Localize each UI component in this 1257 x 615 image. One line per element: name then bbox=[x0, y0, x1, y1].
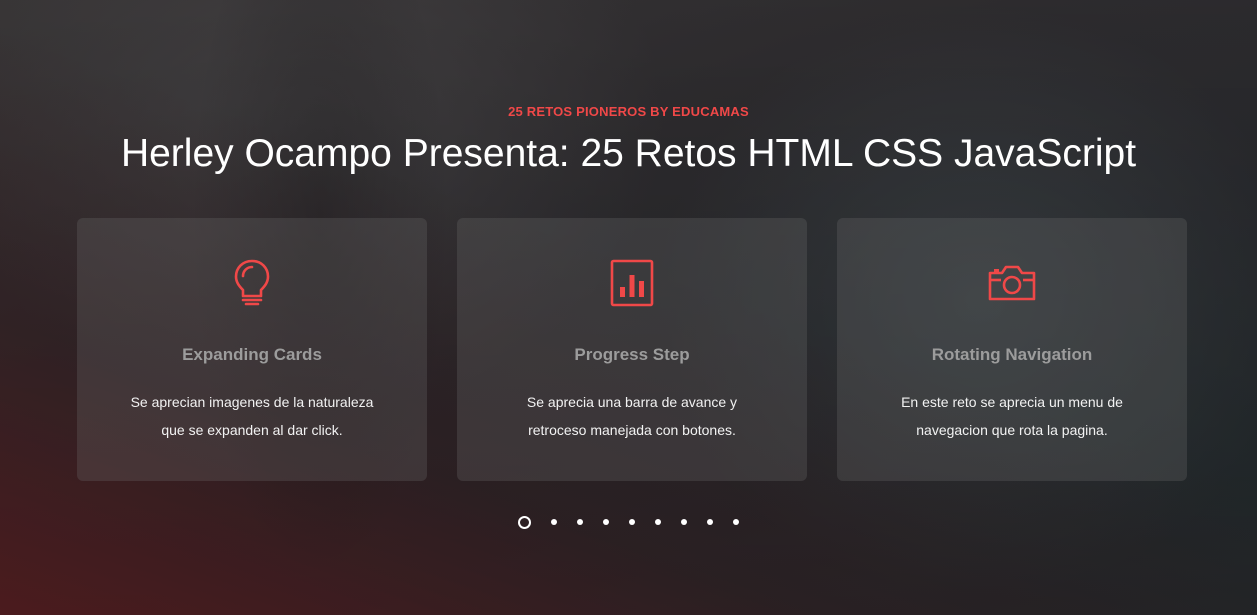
pagination-dot[interactable] bbox=[603, 519, 609, 525]
card-description: Se aprecia una barra de avance y retroce… bbox=[497, 388, 767, 444]
card-rotating-navigation[interactable]: Rotating Navigation En este reto se apre… bbox=[837, 218, 1187, 481]
section-eyebrow: 25 RETOS PIONEROS BY EDUCAMAS bbox=[508, 104, 749, 119]
card-description-line: En este reto se aprecia un menu de bbox=[901, 394, 1123, 410]
card-title: Rotating Navigation bbox=[931, 345, 1093, 364]
page-title: Herley Ocampo Presenta: 25 Retos HTML CS… bbox=[120, 132, 1137, 175]
camera-icon bbox=[837, 256, 1187, 310]
testimonial-section: 25 RETOS PIONEROS BY EDUCAMAS Herley Oca… bbox=[0, 0, 1257, 615]
pagination-dot[interactable] bbox=[551, 519, 557, 525]
pagination-dot[interactable] bbox=[681, 519, 687, 525]
pagination-dot[interactable] bbox=[655, 519, 661, 525]
pagination-dot[interactable] bbox=[629, 519, 635, 525]
card-progress-step[interactable]: Progress Step Se aprecia una barra de av… bbox=[457, 218, 807, 481]
card-description-line: que se expanden al dar click. bbox=[161, 422, 343, 438]
card-title: Progress Step bbox=[574, 345, 690, 364]
pagination-dot-active[interactable] bbox=[518, 515, 531, 529]
card-title: Expanding Cards bbox=[182, 345, 322, 364]
carousel-pagination bbox=[0, 515, 1257, 529]
bar-chart-icon bbox=[457, 256, 807, 310]
pagination-dot[interactable] bbox=[707, 519, 713, 525]
pagination-dot[interactable] bbox=[733, 519, 739, 525]
card-description: Se aprecian imagenes de la naturaleza qu… bbox=[117, 388, 387, 444]
lightbulb-icon bbox=[77, 256, 427, 310]
card-description-line: Se aprecia una barra de avance y bbox=[526, 394, 738, 410]
pagination-dot[interactable] bbox=[577, 519, 583, 525]
card-description-line: navegacion que rota la pagina. bbox=[916, 422, 1108, 438]
card-description: En este reto se aprecia un menu de naveg… bbox=[877, 388, 1147, 444]
card-description-line: Se aprecian imagenes de la naturaleza bbox=[130, 394, 374, 410]
card-expanding-cards[interactable]: Expanding Cards Se aprecian imagenes de … bbox=[77, 218, 427, 481]
card-description-line: retroceso manejada con botones. bbox=[528, 422, 736, 438]
